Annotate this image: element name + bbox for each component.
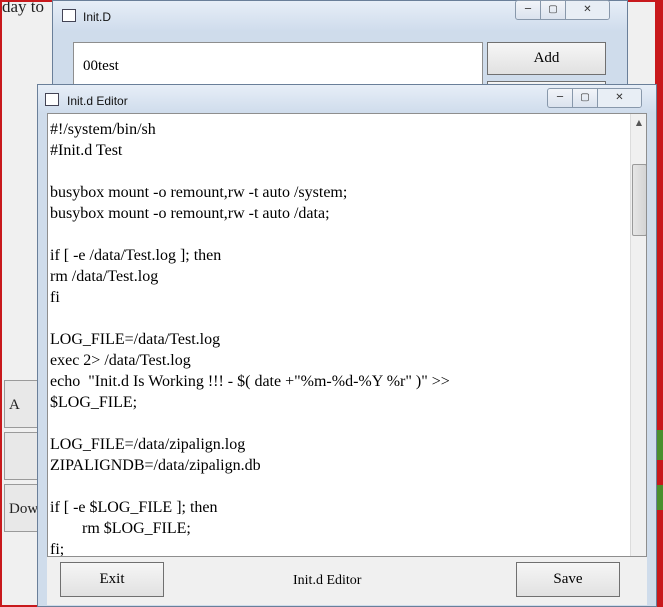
- editor-titlebar[interactable]: Init.d Editor ─ ▢ ✕: [38, 85, 656, 113]
- initd-titlebar[interactable]: Init.D ─ ▢ ✕: [53, 0, 627, 31]
- close-icon[interactable]: ✕: [566, 1, 609, 19]
- scrollbar-thumb[interactable]: [632, 164, 646, 236]
- editor-status-label: Init.d Editor: [293, 573, 362, 588]
- list-item[interactable]: 00test: [83, 58, 119, 75]
- window-app-icon: [45, 93, 59, 106]
- minimize-icon[interactable]: ─: [516, 1, 541, 19]
- minimize-icon[interactable]: ─: [548, 89, 573, 107]
- add-button[interactable]: Add: [487, 42, 606, 75]
- vertical-scrollbar[interactable]: ▲: [630, 114, 646, 556]
- exit-button[interactable]: Exit: [60, 562, 164, 597]
- maximize-icon[interactable]: ▢: [541, 1, 566, 19]
- editor-window-title: Init.d Editor: [67, 94, 128, 108]
- initd-window: Init.D ─ ▢ ✕ 00test Add: [52, 0, 628, 102]
- editor-window-controls: ─ ▢ ✕: [547, 88, 642, 108]
- initd-window-controls: ─ ▢ ✕: [515, 0, 610, 20]
- editor-window: Init.d Editor ─ ▢ ✕ #!/system/bin/sh #In…: [37, 84, 657, 607]
- window-app-icon: [62, 9, 76, 22]
- script-editor-textarea[interactable]: #!/system/bin/sh #Init.d Test busybox mo…: [47, 113, 647, 557]
- maximize-icon[interactable]: ▢: [573, 89, 598, 107]
- editor-bottom-bar: Exit Init.d Editor Save: [47, 557, 647, 605]
- close-icon[interactable]: ✕: [598, 89, 641, 107]
- initd-window-title: Init.D: [83, 10, 112, 24]
- background-button-a-label: A: [9, 397, 20, 413]
- script-code-text[interactable]: #!/system/bin/sh #Init.d Test busybox mo…: [48, 114, 646, 556]
- save-button[interactable]: Save: [516, 562, 620, 597]
- scroll-up-arrow-icon[interactable]: ▲: [631, 114, 646, 131]
